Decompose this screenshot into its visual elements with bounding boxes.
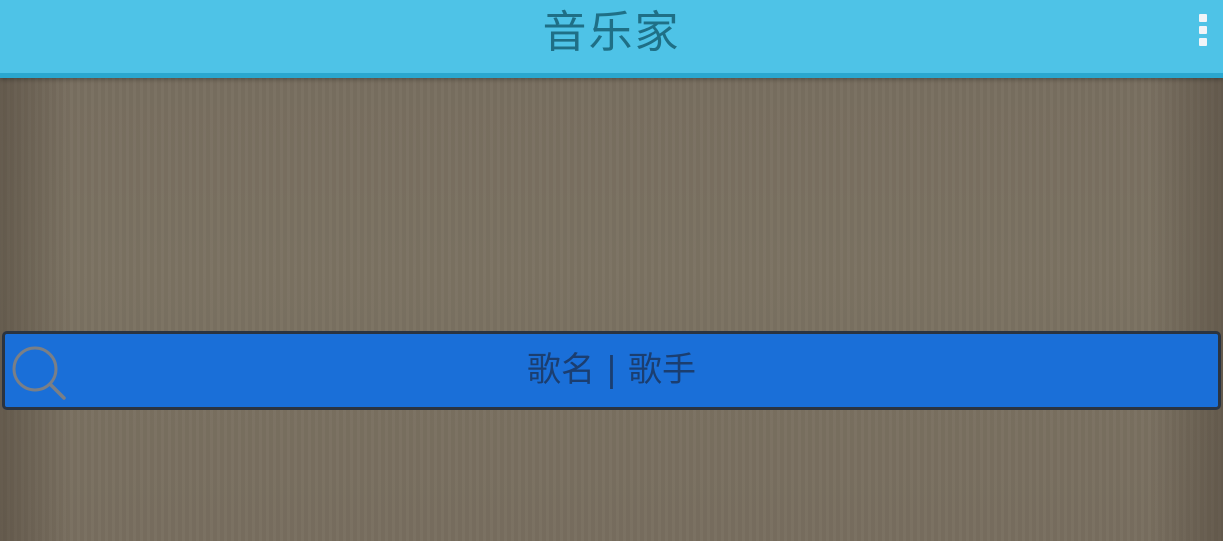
menu-dot [1199, 38, 1207, 46]
menu-dot [1199, 14, 1207, 22]
menu-dot [1199, 26, 1207, 34]
search-placeholder: 歌名 | 歌手 [526, 350, 697, 390]
app-title: 音乐家 [542, 7, 681, 58]
app-bar: 音乐家 [0, 0, 1223, 78]
more-vertical-icon[interactable] [1193, 10, 1213, 50]
search-input[interactable]: 歌名 | 歌手 [2, 331, 1221, 410]
background-texture [0, 0, 1223, 541]
